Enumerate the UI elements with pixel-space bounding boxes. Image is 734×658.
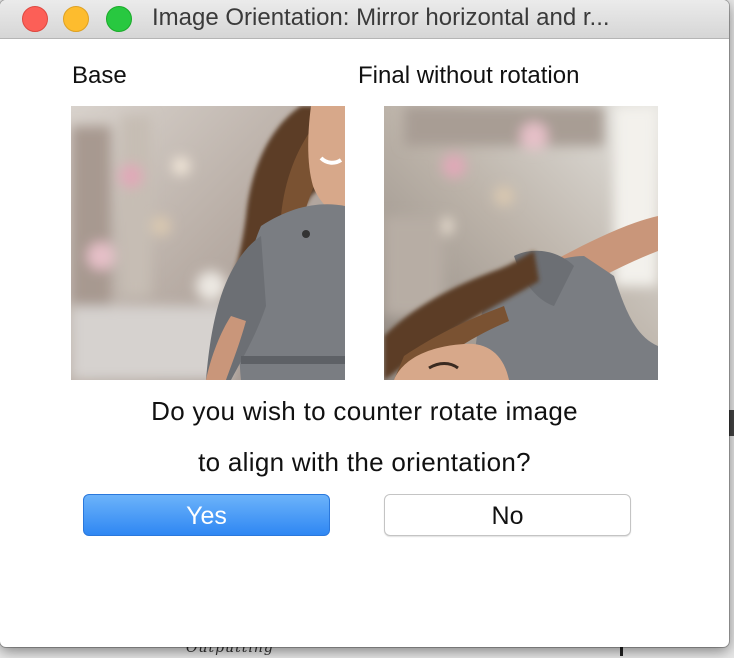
question-line-2: to align with the orientation?	[198, 447, 531, 477]
close-window-button[interactable]	[22, 6, 48, 32]
question-line-1: Do you wish to counter rotate image	[151, 396, 578, 426]
final-photo	[384, 106, 658, 380]
title-bar[interactable]: Image Orientation: Mirror horizontal and…	[0, 0, 729, 39]
minimize-window-button[interactable]	[63, 6, 89, 32]
base-image-label: Base	[72, 62, 127, 89]
base-image-preview	[71, 106, 345, 380]
maximize-window-button[interactable]	[106, 6, 132, 32]
window-title: Image Orientation: Mirror horizontal and…	[152, 4, 610, 31]
base-photo	[71, 106, 345, 380]
yes-button[interactable]: Yes	[83, 494, 330, 536]
orientation-dialog: Image Orientation: Mirror horizontal and…	[0, 0, 729, 647]
no-button[interactable]: No	[384, 494, 631, 536]
final-image-preview	[384, 106, 658, 380]
final-image-label: Final without rotation	[358, 62, 580, 89]
